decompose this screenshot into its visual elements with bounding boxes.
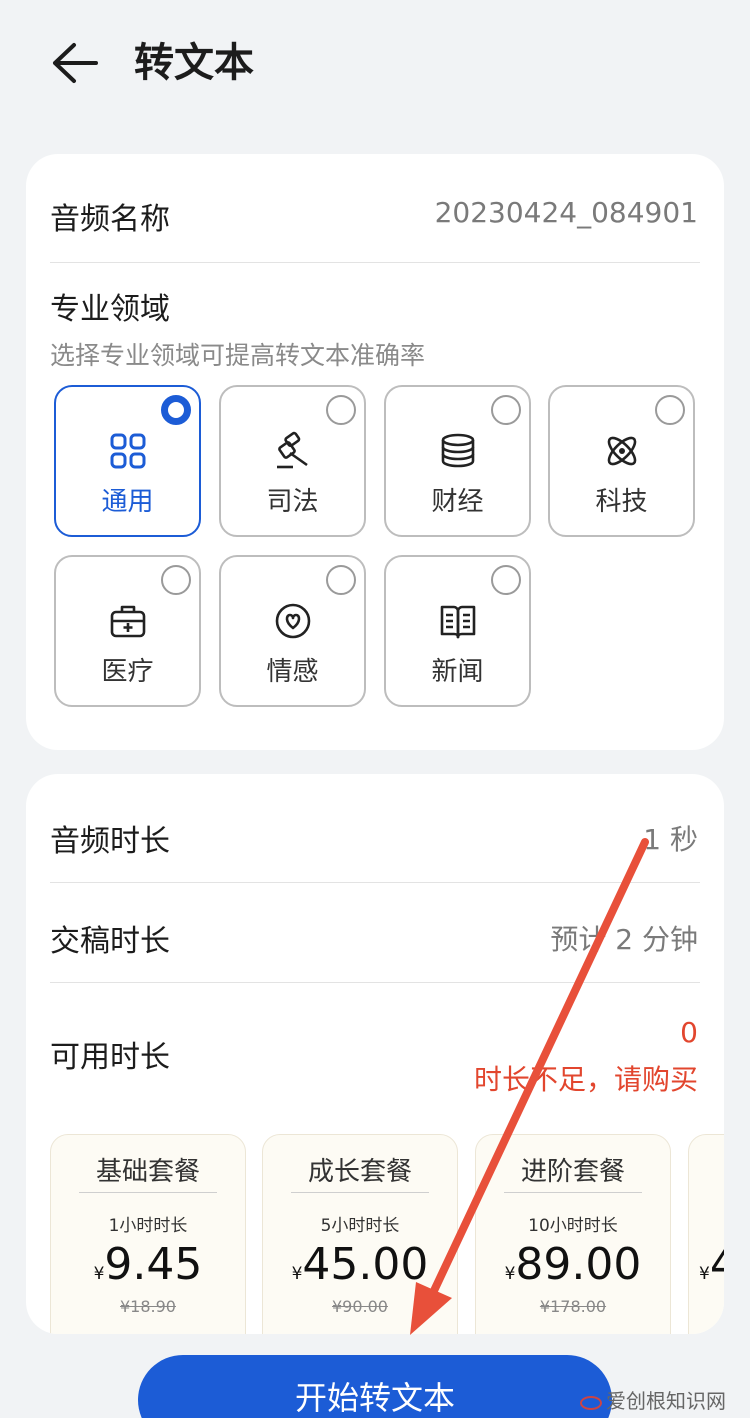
audio-duration-label: 音频时长 [50, 824, 170, 859]
radio-unselected-icon [655, 395, 685, 425]
domain-option-general[interactable]: 通用 [54, 385, 201, 537]
domain-label: 情感 [266, 657, 319, 687]
domain-label: 通用 [101, 487, 154, 517]
price-amount: 45.00 [302, 1239, 429, 1290]
radio-unselected-icon [326, 565, 356, 595]
package-original-price: ¥178.00 [539, 1297, 607, 1316]
grid-icon [110, 433, 145, 469]
package-card-basic[interactable]: 基础套餐 1小时时长 ¥9.45 ¥18.90 [50, 1134, 246, 1334]
radio-unselected-icon [326, 395, 356, 425]
package-duration: 1小时时长 [108, 1216, 188, 1236]
start-transcribe-button[interactable]: 开始转文本 [138, 1355, 612, 1418]
radio-unselected-icon [491, 395, 521, 425]
domain-title: 专业领域 [50, 292, 170, 327]
package-name: 成长套餐 [307, 1157, 412, 1187]
radio-unselected-icon [491, 565, 521, 595]
price-amount: 4 [709, 1239, 724, 1290]
currency-symbol: ¥ [291, 1264, 303, 1284]
domain-option-news[interactable]: 新闻 [384, 555, 531, 707]
heart-icon [275, 603, 310, 639]
header: 转文本 [0, 0, 750, 130]
medical-kit-icon [110, 605, 145, 638]
domain-label: 财经 [431, 487, 484, 517]
package-card-partial[interactable]: ¥4 [688, 1134, 724, 1334]
insufficient-warning: 时长不足，请购买 [473, 1063, 698, 1096]
currency-symbol: ¥ [93, 1264, 105, 1284]
package-name: 基础套餐 [95, 1157, 200, 1187]
settings-card: 音频名称 20230424_084901 专业领域 选择专业领域可提高转文本准确… [26, 154, 724, 750]
divider [50, 262, 700, 263]
package-price: ¥89.00 [476, 1239, 670, 1290]
available-duration-label: 可用时长 [50, 1040, 170, 1075]
domain-option-medical[interactable]: 医疗 [54, 555, 201, 707]
audio-duration-value: 1 秒 [643, 823, 698, 856]
audio-name-label: 音频名称 [50, 202, 170, 237]
package-price: ¥45.00 [263, 1239, 457, 1290]
domain-subtitle: 选择专业领域可提高转文本准确率 [50, 341, 426, 370]
watermark-text: 爱创根知识网 [606, 1389, 726, 1413]
back-arrow-icon[interactable] [50, 40, 100, 86]
radio-unselected-icon [161, 565, 191, 595]
domain-option-law[interactable]: 司法 [219, 385, 366, 537]
divider [50, 882, 700, 883]
currency-symbol: ¥ [699, 1264, 710, 1284]
package-duration: 5小时时长 [320, 1216, 400, 1236]
watermark-logo-icon [580, 1395, 602, 1410]
domain-option-tech[interactable]: 科技 [548, 385, 695, 537]
package-duration: 10小时时长 [528, 1216, 618, 1236]
domain-label: 科技 [595, 487, 648, 517]
price-amount: 89.00 [515, 1239, 642, 1290]
domain-label: 司法 [266, 487, 319, 517]
domain-label: 医疗 [101, 657, 154, 687]
domain-label: 新闻 [431, 657, 484, 687]
page-title: 转文本 [134, 40, 254, 86]
package-original-price: ¥18.90 [120, 1297, 176, 1316]
package-original-price: ¥90.00 [332, 1297, 388, 1316]
package-price: ¥4 [689, 1239, 724, 1290]
audio-name-value: 20230424_084901 [434, 196, 698, 229]
package-price: ¥9.45 [51, 1239, 245, 1290]
divider [50, 982, 700, 983]
delivery-duration-value: 预计 2 分钟 [550, 923, 698, 956]
price-amount: 9.45 [104, 1239, 203, 1290]
gavel-icon [276, 431, 308, 469]
package-card-advanced[interactable]: 进阶套餐 10小时时长 ¥89.00 ¥178.00 [475, 1134, 671, 1334]
coins-icon [441, 433, 474, 468]
domain-option-emotion[interactable]: 情感 [219, 555, 366, 707]
available-duration-value: 0 [680, 1016, 698, 1049]
watermark: 爱创根知识网 [580, 1385, 726, 1414]
package-divider [504, 1192, 642, 1193]
currency-symbol: ¥ [504, 1264, 516, 1284]
duration-card: 音频时长 1 秒 交稿时长 预计 2 分钟 可用时长 0 时长不足，请购买 基础… [26, 774, 724, 1334]
delivery-duration-label: 交稿时长 [50, 924, 170, 959]
atom-icon [607, 436, 636, 466]
radio-selected-icon [161, 395, 191, 425]
book-icon [440, 605, 475, 639]
package-divider [291, 1192, 429, 1193]
package-name: 进阶套餐 [520, 1157, 625, 1187]
package-card-growth[interactable]: 成长套餐 5小时时长 ¥45.00 ¥90.00 [262, 1134, 458, 1334]
domain-option-finance[interactable]: 财经 [384, 385, 531, 537]
package-divider [79, 1192, 217, 1193]
